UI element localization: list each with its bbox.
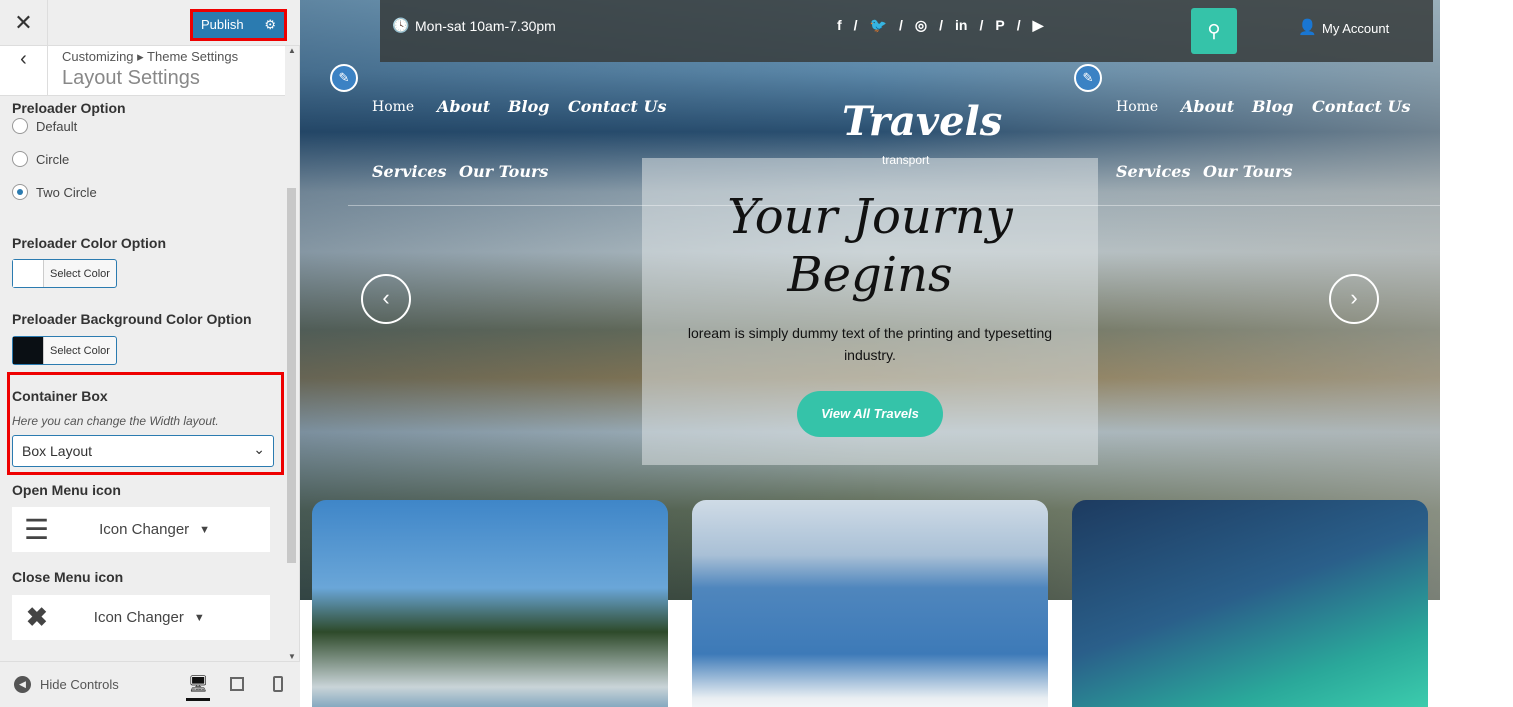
search-button[interactable]: ⚲ (1191, 8, 1237, 54)
publish-button[interactable]: Publish ⚙ (190, 9, 287, 41)
preloader-color-button[interactable]: Select Color (12, 259, 117, 288)
hero-text: loream is simply dummy text of the print… (687, 325, 1053, 363)
tablet-preview-icon[interactable] (230, 677, 244, 691)
hours-text: Mon-sat 10am-7.30pm (415, 18, 556, 34)
radio-label: Circle (36, 151, 70, 167)
container-layout-select[interactable]: Box Layout ⌄ (12, 435, 274, 467)
user-icon: 👤 (1298, 19, 1317, 36)
section-header: ‹ Customizing ▸ Theme Settings Layout Se… (0, 46, 285, 96)
nav-home[interactable]: Home (1116, 99, 1158, 115)
tour-card-santorini[interactable] (692, 500, 1048, 707)
breadcrumb: Customizing ▸ Theme Settings (62, 49, 239, 64)
site-logo[interactable]: Travels (842, 98, 1002, 145)
prev-slide-button[interactable]: ‹ (361, 274, 411, 324)
clock-icon: 🕓 (392, 17, 410, 33)
icon-changer-label: Icon Changer (93, 609, 184, 626)
nav-blog[interactable]: Blog (1252, 97, 1293, 116)
nav-services[interactable]: Services (1116, 162, 1190, 181)
tour-card-beach[interactable] (312, 500, 668, 707)
youtube-icon[interactable]: ▶ (1033, 17, 1044, 34)
desktop-preview-icon[interactable]: 🖥 (186, 674, 211, 701)
edit-pencil-icon[interactable]: ✎ (330, 64, 358, 92)
preloader-bg-color-button[interactable]: Select Color (12, 336, 117, 365)
my-account-link[interactable]: My Account (1322, 21, 1389, 36)
nav-about[interactable]: About (1181, 97, 1234, 116)
chevron-down-icon: ▼ (193, 611, 205, 624)
instagram-icon[interactable]: ◎ (915, 17, 927, 34)
color-swatch (13, 337, 44, 364)
nav-contact[interactable]: Contact Us (1312, 97, 1410, 116)
container-box-description: Here you can change the Width layout. (12, 414, 219, 428)
close-menu-label: Close Menu icon (12, 569, 124, 585)
open-menu-icon-changer[interactable]: ☰ Icon Changer ▼ (12, 507, 270, 552)
scrollbar-thumb[interactable] (287, 188, 296, 563)
radio-two-circle[interactable]: Two Circle (12, 184, 97, 200)
nav-blog[interactable]: Blog (508, 97, 549, 116)
search-icon: ⚲ (1207, 21, 1221, 41)
site-preview: 🕓 Mon-sat 10am-7.30pm f / 🐦 / ◎ / in / P / ▶ ⚲ 👤 M… (300, 0, 1513, 707)
preloader-bg-label: Preloader Background Color Option (12, 311, 252, 327)
customizer-footer: ◀ Hide Controls 🖥 (0, 661, 300, 707)
social-links: f / 🐦 / ◎ / in / P / ▶ (837, 17, 1044, 34)
gear-icon[interactable]: ⚙ (264, 17, 276, 33)
nav-our-tours[interactable]: Our Tours (1203, 162, 1292, 181)
tour-card-aurora[interactable] (1072, 500, 1428, 707)
icon-changer-label: Icon Changer (99, 521, 190, 538)
pinterest-icon[interactable]: P (995, 17, 1004, 34)
chevron-down-icon: ⌄ (253, 441, 265, 457)
customizer-header: ✕ Publish ⚙ (0, 0, 300, 46)
nav-divider (348, 205, 1464, 206)
close-customizer-button[interactable]: ✕ (0, 0, 48, 46)
radio-default[interactable]: Default (12, 118, 77, 134)
mobile-preview-icon[interactable] (273, 676, 283, 692)
radio-circle[interactable]: Circle (12, 151, 69, 167)
hide-controls-icon[interactable]: ◀ (14, 676, 31, 693)
top-bar: 🕓 Mon-sat 10am-7.30pm f / 🐦 / ◎ / in / P / ▶ ⚲ 👤 M… (380, 0, 1433, 62)
view-all-travels-button[interactable]: View All Travels (797, 391, 943, 437)
nav-about[interactable]: About (437, 97, 490, 116)
radio-label: Default (36, 118, 78, 134)
chevron-down-icon: ▼ (199, 523, 211, 536)
close-x-icon: ✖ (26, 602, 48, 632)
hide-controls-button[interactable]: Hide Controls (40, 677, 119, 692)
hamburger-icon: ☰ (24, 514, 50, 545)
publish-label: Publish (201, 17, 244, 32)
page-title: Layout Settings (62, 67, 200, 89)
nav-services[interactable]: Services (372, 162, 446, 181)
container-box-label: Container Box (12, 388, 108, 404)
back-button[interactable]: ‹ (0, 46, 48, 95)
twitter-icon[interactable]: 🐦 (870, 17, 887, 34)
select-value: Box Layout (22, 443, 93, 459)
site-tagline: transport (882, 153, 930, 167)
edit-pencil-icon[interactable]: ✎ (1074, 64, 1102, 92)
preloader-option-label: Preloader Option (12, 100, 126, 116)
select-color-label: Select Color (50, 344, 110, 357)
nav-home[interactable]: Home (372, 99, 414, 115)
facebook-icon[interactable]: f (837, 17, 842, 34)
nav-contact[interactable]: Contact Us (568, 97, 666, 116)
nav-our-tours[interactable]: Our Tours (459, 162, 548, 181)
customizer-panel: ✕ Publish ⚙ ‹ Customizing ▸ Theme Setting… (0, 0, 300, 707)
radio-label: Two Circle (36, 184, 97, 200)
next-slide-button[interactable]: › (1329, 274, 1379, 324)
linkedin-icon[interactable]: in (955, 17, 967, 34)
preloader-color-label: Preloader Color Option (12, 235, 167, 251)
select-color-label: Select Color (50, 267, 110, 280)
color-swatch (13, 260, 44, 287)
close-menu-icon-changer[interactable]: ✖ Icon Changer ▼ (12, 595, 270, 640)
open-menu-label: Open Menu icon (12, 482, 121, 498)
